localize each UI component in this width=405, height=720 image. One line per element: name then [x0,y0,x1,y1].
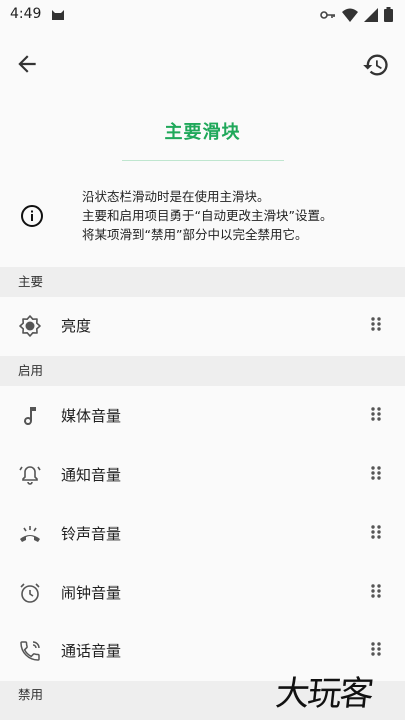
watermark-logo: 大玩客 [273,674,374,714]
list-item-ringtone[interactable]: 铃声音量 [0,505,405,563]
section-header-primary: 主要 [0,267,405,297]
restore-button[interactable] [362,51,390,79]
phone-call-icon [18,639,42,663]
drag-handle-icon[interactable] [368,465,384,485]
restore-icon [363,54,388,76]
list-item-media[interactable]: 媒体音量 [0,387,405,445]
drag-handle-icon[interactable] [368,406,384,426]
back-button[interactable] [14,51,40,77]
info-line: 将某项滑到“禁用”部分中以完全禁用它。 [82,227,308,242]
section-header-enabled: 启用 [0,356,405,386]
info-text: 沿状态栏滑动时是在使用主滑块。 主要和启用项目勇于“自动更改主滑块”设置。 将某… [82,187,392,244]
arrow-back-icon [18,55,36,73]
info-icon [20,204,44,228]
music-note-icon [18,404,42,428]
alarm-clock-icon [18,581,42,605]
page-title: 主要滑块 [164,122,241,143]
status-bar: 4:49 [0,0,405,30]
item-label: 亮度 [61,317,92,335]
drag-handle-icon[interactable] [368,583,384,603]
brightness-icon [18,314,42,338]
list-item-notification[interactable]: 通知音量 [0,446,405,504]
drag-handle-icon[interactable] [368,641,384,661]
item-label: 媒体音量 [61,407,122,425]
item-label: 闹钟音量 [61,584,122,602]
info-line: 沿状态栏滑动时是在使用主滑块。 [82,189,270,204]
list-item-brightness[interactable]: 亮度 [0,297,405,355]
item-label: 通知音量 [61,466,122,484]
ringing-phone-icon [18,522,42,546]
item-label: 铃声音量 [61,525,122,543]
app-bar [0,40,405,88]
item-label: 通话音量 [61,642,122,660]
status-icons [320,7,393,22]
list-item-alarm[interactable]: 闹钟音量 [0,564,405,622]
title-underline [122,160,284,161]
cat-notification-icon [51,7,65,25]
wifi-icon [342,8,358,22]
battery-icon [384,7,393,22]
drag-handle-icon[interactable] [368,316,384,336]
info-line: 主要和启用项目勇于“自动更改主滑块”设置。 [82,208,333,223]
signal-icon [364,7,378,22]
status-time: 4:49 [10,6,42,22]
key-icon [320,10,335,19]
drag-handle-icon[interactable] [368,524,384,544]
notification-bell-icon [18,463,42,487]
